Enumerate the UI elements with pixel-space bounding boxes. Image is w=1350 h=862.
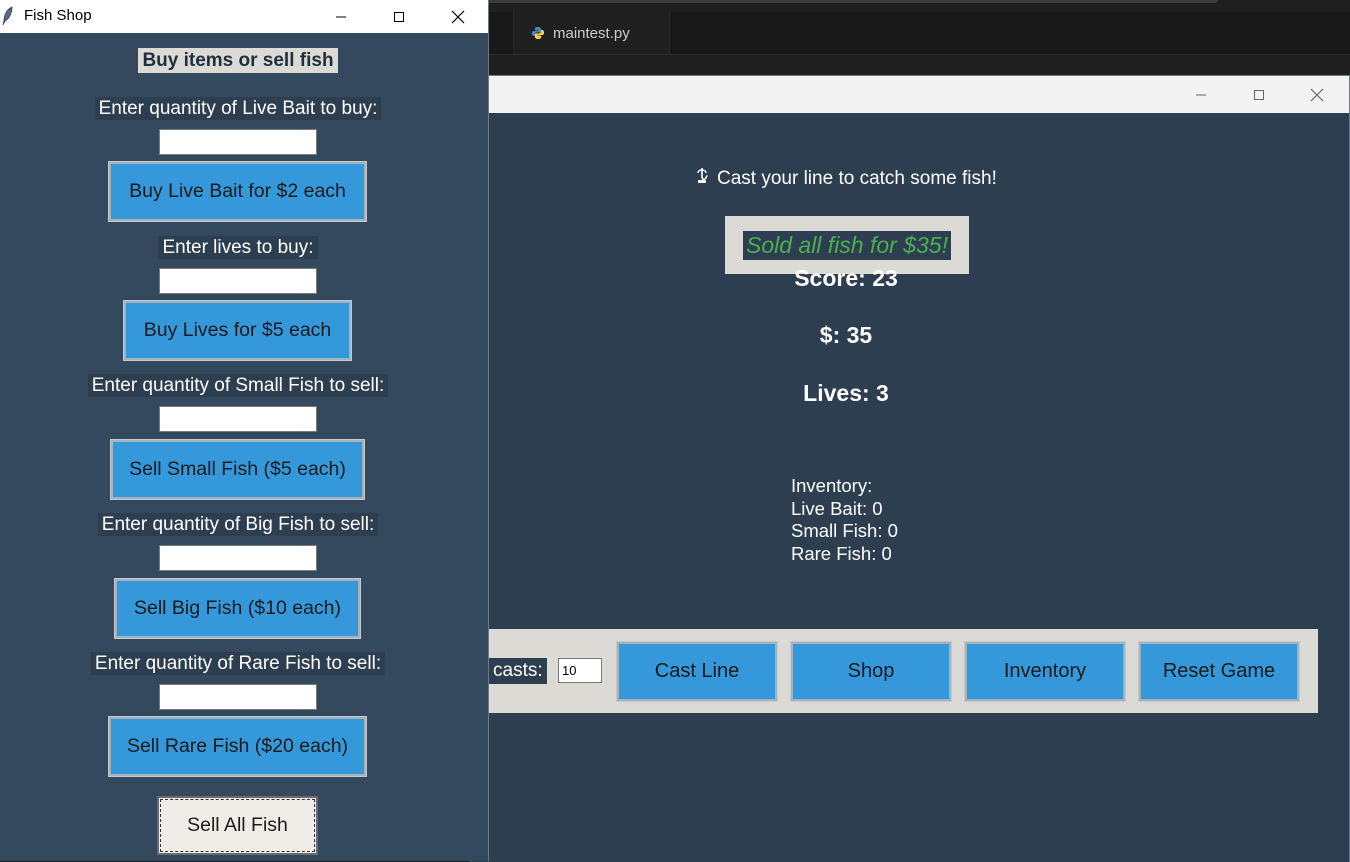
- python-icon: [531, 26, 545, 40]
- inventory-item: Rare Fish: 0: [791, 542, 892, 564]
- small-fish-label-text: Enter quantity of Small Fish to sell:: [87, 374, 389, 397]
- rare-fish-quantity-input[interactable]: [159, 684, 317, 710]
- minimize-icon: [336, 16, 346, 17]
- live-bait-label-text: Enter quantity of Live Bait to buy:: [94, 97, 382, 120]
- rare-fish-label-text: Enter quantity of Rare Fish to sell:: [90, 652, 386, 675]
- editor-tab-maintest[interactable]: maintest.py: [513, 12, 670, 54]
- casts-label: casts:: [489, 658, 547, 684]
- game-titlebar: [471, 76, 1349, 113]
- status-message: Sold all fish for $35!: [742, 230, 951, 260]
- shop-heading-text: Buy items or sell fish: [138, 48, 338, 73]
- big-fish-label-text: Enter quantity of Big Fish to sell:: [97, 513, 379, 536]
- buy-lives-button[interactable]: Buy Lives for $5 each: [123, 300, 352, 361]
- editor-scrollbar: [488, 0, 1218, 3]
- sell-small-fish-button[interactable]: Sell Small Fish ($5 each): [110, 439, 365, 500]
- reset-game-button[interactable]: Reset Game: [1138, 641, 1300, 702]
- shop-window-title: Fish Shop: [24, 7, 92, 24]
- shop-close-button[interactable]: [429, 0, 487, 33]
- casts-input[interactable]: [558, 658, 602, 683]
- editor-tab-label: maintest.py: [553, 24, 630, 42]
- lives-label: Enter lives to buy:: [0, 236, 476, 262]
- inventory-item: Live Bait: 0: [791, 497, 883, 519]
- inventory-button[interactable]: Inventory: [964, 641, 1126, 702]
- big-fish-label: Enter quantity of Big Fish to sell:: [0, 513, 476, 539]
- maximize-button[interactable]: [1230, 76, 1288, 113]
- cast-line-button[interactable]: Cast Line: [616, 641, 778, 702]
- live-bait-label: Enter quantity of Live Bait to buy:: [0, 97, 476, 123]
- cast-message-text: Cast your line to catch some fish!: [717, 167, 997, 189]
- fishing-hook-icon: [695, 167, 709, 190]
- lives-label: Lives: 3: [803, 380, 889, 406]
- minimize-button[interactable]: [1172, 76, 1230, 113]
- sell-big-fish-button[interactable]: Sell Big Fish ($10 each): [114, 578, 361, 639]
- inventory-list: Inventory: Live Bait: 0 Small Fish: 0 Ra…: [791, 475, 898, 565]
- inventory-title: Inventory:: [791, 475, 873, 496]
- buy-live-bait-button[interactable]: Buy Live Bait for $2 each: [108, 161, 367, 222]
- maximize-icon: [394, 11, 404, 22]
- game-body: Cast your line to catch some fish! Sold …: [471, 113, 1349, 862]
- small-fish-quantity-input[interactable]: [159, 406, 317, 432]
- small-fish-label: Enter quantity of Small Fish to sell:: [0, 374, 476, 400]
- game-window: Cast your line to catch some fish! Sold …: [470, 75, 1350, 862]
- fish-shop-window: Fish Shop Buy items or sell fish Enter q…: [0, 0, 489, 861]
- close-icon: [1310, 88, 1324, 101]
- rare-fish-label: Enter quantity of Rare Fish to sell:: [0, 652, 476, 678]
- shop-minimize-button[interactable]: [312, 0, 370, 33]
- money-label: $: 35: [819, 322, 873, 348]
- inventory-item: Small Fish: 0: [791, 520, 898, 541]
- shop-heading: Buy items or sell fish: [0, 48, 476, 75]
- minimize-icon: [1196, 94, 1206, 95]
- lives-label-text: Enter lives to buy:: [158, 236, 318, 259]
- close-icon: [451, 10, 465, 23]
- score-label: Score: 23: [794, 265, 898, 291]
- shop-button[interactable]: Shop: [790, 641, 952, 702]
- shop-maximize-button[interactable]: [370, 0, 428, 33]
- shop-titlebar: Fish Shop: [0, 0, 488, 33]
- feather-icon: [2, 6, 14, 26]
- cast-message: Cast your line to catch some fish!: [695, 167, 997, 190]
- control-bar: casts: Cast Line Shop Inventory Reset Ga…: [489, 629, 1318, 713]
- lives-quantity-input[interactable]: [159, 268, 317, 294]
- sell-all-fish-button[interactable]: Sell All Fish: [157, 796, 318, 855]
- live-bait-quantity-input[interactable]: [159, 129, 317, 155]
- maximize-icon: [1254, 89, 1264, 100]
- sell-rare-fish-button[interactable]: Sell Rare Fish ($20 each): [108, 716, 367, 777]
- close-button[interactable]: [1288, 76, 1346, 113]
- big-fish-quantity-input[interactable]: [159, 545, 317, 571]
